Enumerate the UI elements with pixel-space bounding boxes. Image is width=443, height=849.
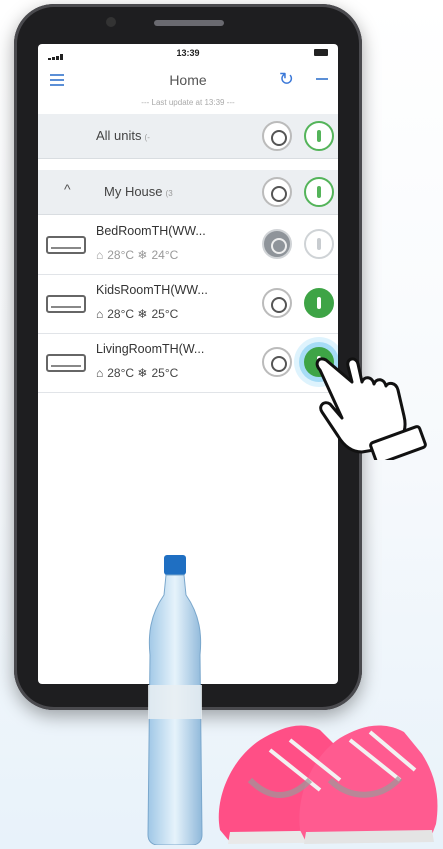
- snowflake-icon: ❄: [137, 366, 148, 380]
- menu-icon[interactable]: [50, 74, 64, 86]
- unit-row-bedroom[interactable]: BedRoomTH(WW... ⌂ 28°C ❄ 24°C: [38, 216, 338, 275]
- livingroom-off-button[interactable]: [262, 347, 292, 377]
- all-units-on-button[interactable]: [304, 121, 334, 151]
- status-bar: 13:39: [38, 44, 338, 62]
- room-temp: 28°C: [107, 366, 135, 380]
- page-title: Home: [169, 72, 207, 88]
- room-temp: 28°C: [107, 307, 135, 321]
- bedroom-on-button[interactable]: [304, 229, 334, 259]
- nav-bar: Home ↻: [38, 62, 338, 98]
- unit-name: BedRoomTH(WW...: [96, 224, 206, 238]
- minus-icon[interactable]: [316, 78, 328, 80]
- status-time: 13:39: [176, 48, 200, 58]
- group-label: All units (-: [96, 128, 150, 143]
- group-label: My House (3: [104, 184, 173, 199]
- unit-row-kidsroom[interactable]: KidsRoomTH(WW... ⌂ 28°C ❄ 25°C: [38, 275, 338, 334]
- unit-name: LivingRoomTH(W...: [96, 342, 205, 356]
- unit-temperatures: ⌂ 28°C ❄ 25°C: [96, 366, 178, 380]
- group-row-my-house[interactable]: ^ My House (3: [38, 170, 338, 215]
- air-conditioner-icon: [46, 295, 86, 313]
- chevron-up-icon[interactable]: ^: [64, 181, 71, 197]
- bedroom-off-button[interactable]: [262, 229, 292, 259]
- my-house-on-button[interactable]: [304, 177, 334, 207]
- air-conditioner-icon: [46, 354, 86, 372]
- set-temp: 25°C: [151, 307, 179, 321]
- air-conditioner-icon: [46, 236, 86, 254]
- unit-temperatures: ⌂ 28°C ❄ 25°C: [96, 307, 178, 321]
- camera-icon: [106, 17, 116, 27]
- group-count: (3: [165, 189, 173, 198]
- speaker-grille: [154, 20, 224, 26]
- group-name: My House: [104, 184, 163, 199]
- kidsroom-off-button[interactable]: [262, 288, 292, 318]
- unit-row-livingroom[interactable]: LivingRoomTH(W... ⌂ 28°C ❄ 25°C: [38, 334, 338, 393]
- kidsroom-on-button[interactable]: [304, 288, 334, 318]
- room-temp-icon: ⌂: [96, 248, 104, 262]
- pointing-hand-icon: [315, 357, 427, 460]
- unit-temperatures: ⌂ 28°C ❄ 24°C: [96, 248, 178, 262]
- set-temp: 24°C: [151, 248, 179, 262]
- last-update-text: --- Last update at 13:39 ---: [141, 98, 235, 107]
- unit-name: KidsRoomTH(WW...: [96, 283, 208, 297]
- group-count: (-: [144, 133, 150, 142]
- snowflake-icon: ❄: [137, 248, 148, 262]
- my-house-off-button[interactable]: [262, 177, 292, 207]
- refresh-icon[interactable]: ↻: [279, 70, 294, 88]
- group-row-all-units: All units (-: [38, 114, 338, 159]
- water-bottle-image: [147, 555, 203, 845]
- room-temp: 28°C: [107, 248, 135, 262]
- set-temp: 25°C: [151, 366, 179, 380]
- group-name: All units: [96, 128, 142, 143]
- sneakers-image: [218, 725, 438, 844]
- battery-icon: [314, 49, 328, 56]
- all-units-off-button[interactable]: [262, 121, 292, 151]
- snowflake-icon: ❄: [137, 307, 148, 321]
- room-temp-icon: ⌂: [96, 307, 104, 321]
- room-temp-icon: ⌂: [96, 366, 104, 380]
